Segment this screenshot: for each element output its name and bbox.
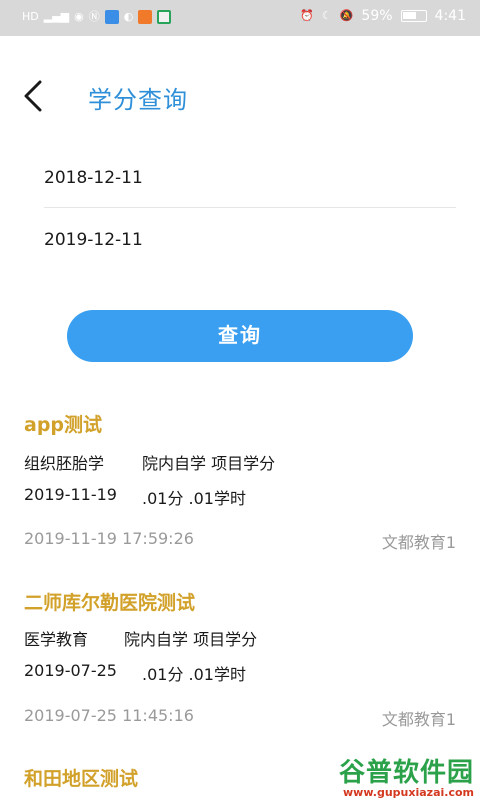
moon-icon: ☾ xyxy=(321,9,332,22)
field-divider xyxy=(44,207,456,208)
record-credit-line: 2019-11-19 .01分 .01学时 xyxy=(24,485,246,508)
record-title: 二师库尔勒医院测试 xyxy=(24,592,196,614)
record-title: 和田地区测试 xyxy=(24,768,139,790)
nfc-icon: Ⓝ xyxy=(88,10,100,23)
back-arrow-icon[interactable] xyxy=(22,80,46,112)
record-footer: 2019-07-25 11:45:16 文都教育1 xyxy=(24,706,456,729)
record-footer: 2019-11-19 17:59:26 文都教育1 xyxy=(24,529,456,552)
battery-icon xyxy=(400,10,427,22)
query-button[interactable]: 查询 xyxy=(67,310,413,362)
record-credit: .01分 .01学时 xyxy=(142,665,246,684)
signal-icon: ▂▄▆ xyxy=(43,10,70,23)
app-header: 学分查询 xyxy=(0,36,480,156)
status-left-icons: HD ▂▄▆ ◉ Ⓝ ◐ xyxy=(22,9,172,25)
silent-icon: 🔕 xyxy=(339,9,354,22)
record-subject-line: 医学教育 院内自学 项目学分 xyxy=(24,626,257,650)
page-title: 学分查询 xyxy=(88,86,188,114)
record-date: 2019-07-25 xyxy=(24,661,117,680)
alarm-icon: ⏰ xyxy=(300,9,314,22)
watermark-url: www.gupuxiazai.com xyxy=(343,786,474,799)
watermark-text: 谷普软件园 xyxy=(338,758,474,788)
app-notification-icon xyxy=(104,10,119,24)
battery-percent: 59% xyxy=(361,8,393,24)
record-credit-line: 2019-07-25 .01分 .01学时 xyxy=(24,661,246,684)
eye-icon: ◉ xyxy=(74,10,84,23)
record-category: 院内自学 项目学分 xyxy=(142,454,276,473)
record-credit: .01分 .01学时 xyxy=(142,489,246,508)
app-notification-icon-3 xyxy=(157,10,172,24)
record-org: 文都教育1 xyxy=(381,710,456,729)
record-date: 2019-11-19 xyxy=(24,485,117,504)
hd-label: HD xyxy=(22,10,39,23)
record-timestamp: 2019-07-25 11:45:16 xyxy=(24,706,194,725)
status-bar: HD ▂▄▆ ◉ Ⓝ ◐ ⏰ ☾ 🔕 59% 4:41 xyxy=(0,0,480,36)
record-org: 文都教育1 xyxy=(381,533,456,552)
wechat-icon: ◐ xyxy=(123,10,134,23)
site-watermark: 谷普软件园 www.gupuxiazai.com xyxy=(310,752,480,800)
record-timestamp: 2019-11-19 17:59:26 xyxy=(24,529,194,548)
record-title: app测试 xyxy=(24,414,103,436)
end-date-field[interactable]: 2019-12-11 xyxy=(44,214,456,266)
status-right-icons: ⏰ ☾ 🔕 59% 4:41 xyxy=(300,8,466,24)
app-notification-icon-2 xyxy=(138,10,153,24)
clock-time: 4:41 xyxy=(434,8,466,24)
record-category: 院内自学 项目学分 xyxy=(124,630,258,649)
record-subject: 组织胚胎学 xyxy=(24,454,105,473)
start-date-field[interactable]: 2018-12-11 xyxy=(44,152,456,204)
record-subject-line: 组织胚胎学 院内自学 项目学分 xyxy=(24,450,275,474)
record-subject: 医学教育 xyxy=(24,630,89,649)
